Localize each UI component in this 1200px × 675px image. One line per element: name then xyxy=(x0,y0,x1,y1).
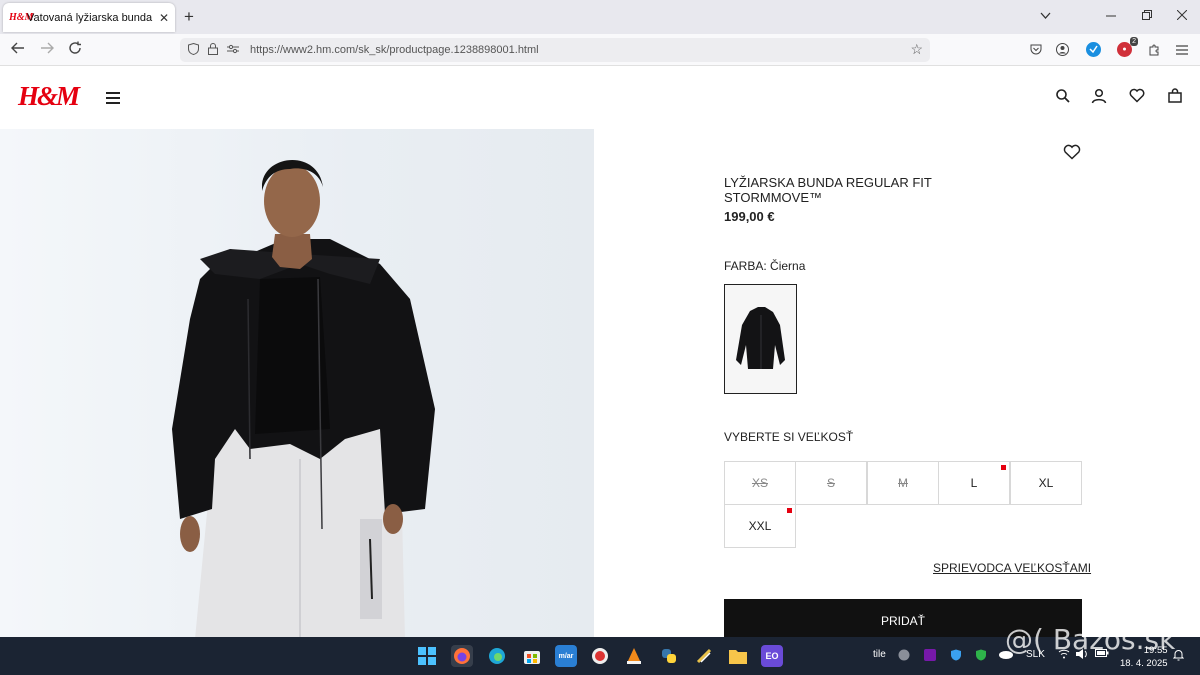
color-label: FARBA: xyxy=(724,259,767,273)
python-icon[interactable] xyxy=(658,645,680,667)
tab-title: Vatovaná lyžiarska bunda Regul xyxy=(27,11,155,24)
size-label: XL xyxy=(1038,476,1054,490)
hm-favicon-icon: H&M xyxy=(9,12,34,23)
store-icon[interactable] xyxy=(521,645,543,667)
file-explorer-icon[interactable] xyxy=(727,645,749,667)
bookmark-star-icon[interactable]: ☆ xyxy=(910,41,923,58)
vlc-icon[interactable] xyxy=(623,645,645,667)
app-tools-icon[interactable] xyxy=(693,645,715,667)
favorites-heart-icon[interactable] xyxy=(1129,88,1147,106)
product-image[interactable] xyxy=(0,129,594,639)
tray-defender-icon[interactable] xyxy=(975,649,987,664)
low-stock-indicator xyxy=(787,508,792,513)
account-user-icon[interactable] xyxy=(1091,88,1109,106)
address-bar[interactable]: https://www2.hm.com/sk_sk/productpage.12… xyxy=(180,38,930,62)
tab-close-icon[interactable]: ✕ xyxy=(159,11,169,25)
bazos-watermark: @( Bazos.sk xyxy=(1005,623,1176,656)
lock-icon[interactable] xyxy=(208,42,218,58)
size-option-xxl[interactable]: XXL xyxy=(724,504,796,548)
color-info: FARBA: Čierna xyxy=(724,259,805,273)
size-option-m[interactable]: M xyxy=(867,461,939,505)
extension-badge: 2 xyxy=(1130,37,1138,46)
firefox-icon[interactable] xyxy=(451,645,473,667)
edge-icon[interactable] xyxy=(486,645,508,667)
size-label: L xyxy=(970,476,978,490)
add-to-favorites-heart-icon[interactable] xyxy=(1063,144,1081,161)
size-guide-link[interactable]: SPRIEVODCA VEĽKOSŤAMI xyxy=(933,561,1091,575)
browser-nav-bar: https://www2.hm.com/sk_sk/productpage.12… xyxy=(0,34,1200,66)
color-value: Čierna xyxy=(770,259,806,273)
permissions-icon[interactable] xyxy=(227,43,239,57)
size-label: S xyxy=(826,476,835,490)
tracking-shield-icon[interactable] xyxy=(188,42,199,58)
app-menu-icon[interactable] xyxy=(1174,42,1189,57)
pocket-icon[interactable] xyxy=(1028,42,1043,57)
back-icon[interactable] xyxy=(11,41,25,59)
browser-tab[interactable]: H&M Vatovaná lyžiarska bunda Regul ✕ xyxy=(3,3,175,32)
forward-icon[interactable] xyxy=(40,41,54,59)
app-blue-icon[interactable]: m/ar xyxy=(555,645,577,667)
product-price: 199,00 € xyxy=(724,209,775,224)
restore-icon[interactable] xyxy=(1142,9,1152,23)
account-icon[interactable] xyxy=(1055,42,1070,57)
shopping-bag-icon[interactable] xyxy=(1167,88,1185,106)
tray-skype-icon[interactable] xyxy=(898,649,910,664)
tray-tile-icon[interactable]: tile xyxy=(873,649,886,660)
size-option-xl[interactable]: XL xyxy=(1010,461,1082,505)
clock-date: 18. 4. 2025 xyxy=(1120,658,1168,669)
new-tab-icon[interactable]: + xyxy=(184,8,194,25)
color-swatch-black[interactable] xyxy=(724,284,797,394)
size-option-l[interactable]: L xyxy=(938,461,1010,505)
extension-red-icon[interactable]: ● 2 xyxy=(1117,37,1138,57)
tray-security-icon[interactable] xyxy=(950,649,962,664)
hm-logo[interactable]: H&M xyxy=(18,81,80,111)
app-purple-icon[interactable]: EO xyxy=(761,645,783,667)
browser-tab-bar: H&M Vatovaná lyžiarska bunda Regul ✕ + xyxy=(0,0,1200,34)
list-all-tabs-icon[interactable] xyxy=(1040,10,1051,22)
url-text[interactable]: https://www2.hm.com/sk_sk/productpage.12… xyxy=(250,44,539,56)
windows-start-icon[interactable] xyxy=(416,645,438,667)
tray-onenote-icon[interactable] xyxy=(924,649,936,664)
app-red-icon[interactable] xyxy=(589,645,611,667)
menu-icon[interactable] xyxy=(106,92,120,107)
size-label: XXL xyxy=(748,519,772,533)
size-option-s[interactable]: S xyxy=(795,461,867,505)
size-option-xs[interactable]: XS xyxy=(724,461,796,505)
reload-icon[interactable] xyxy=(68,41,82,59)
size-heading: VYBERTE SI VEĽKOSŤ xyxy=(724,430,854,444)
low-stock-indicator xyxy=(1001,465,1006,470)
extensions-puzzle-icon[interactable] xyxy=(1146,42,1161,57)
size-label: M xyxy=(898,476,908,490)
close-window-icon[interactable] xyxy=(1176,9,1188,23)
size-label: XS xyxy=(751,476,768,490)
extension-blue-icon[interactable] xyxy=(1086,42,1101,57)
minimize-icon[interactable] xyxy=(1106,9,1116,23)
product-title: LYŽIARSKA BUNDA REGULAR FIT STORMMOVE™ xyxy=(724,175,932,205)
search-icon[interactable] xyxy=(1055,88,1073,106)
